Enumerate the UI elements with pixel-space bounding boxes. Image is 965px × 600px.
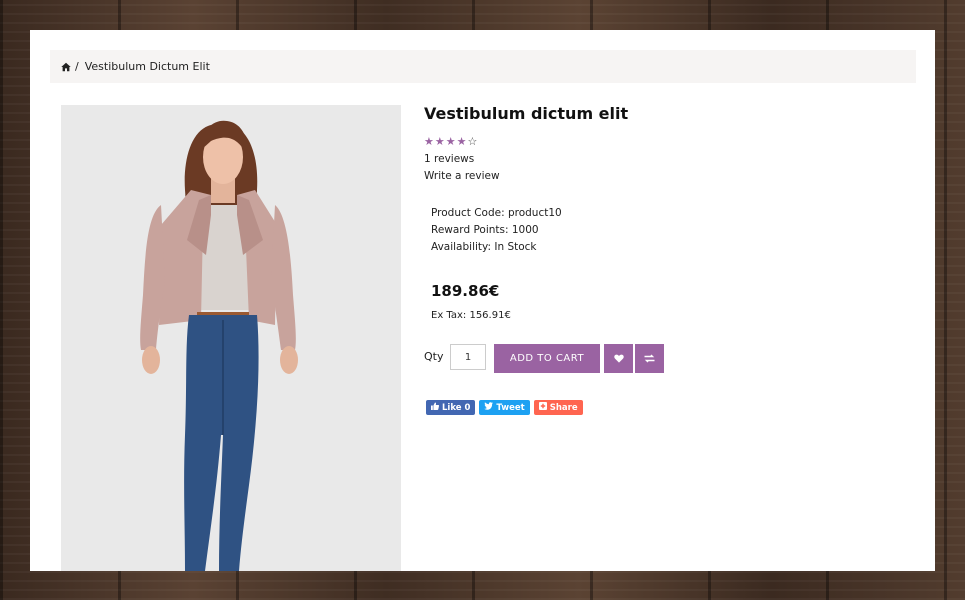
availability-value: In Stock xyxy=(494,241,537,253)
facebook-like-button[interactable]: Like 0 xyxy=(426,400,476,415)
product-title: Vestibulum dictum elit xyxy=(424,104,629,123)
home-icon[interactable] xyxy=(61,62,71,72)
reviews-link[interactable]: 1 reviews xyxy=(424,153,474,165)
qty-input[interactable] xyxy=(450,344,486,370)
plus-square-icon xyxy=(538,402,547,413)
exchange-icon xyxy=(644,351,655,366)
star-filled-icon: ★ xyxy=(424,135,434,148)
share-button[interactable]: Share xyxy=(533,400,583,415)
social-buttons: Like 0 Tweet Share xyxy=(426,400,583,415)
write-review-link[interactable]: Write a review xyxy=(424,170,500,182)
breadcrumb-separator: / xyxy=(75,60,79,73)
thumbs-up-icon xyxy=(431,402,440,413)
ex-tax-price: Ex Tax: 156.91€ xyxy=(431,310,511,321)
facebook-like-label: Like 0 xyxy=(442,402,471,413)
reward-points-label: Reward Points: xyxy=(431,224,509,236)
product-code-row: Product Code: product10 xyxy=(431,205,562,222)
product-code-value: product10 xyxy=(507,207,562,219)
rating-stars: ★ ★ ★ ★ ☆ xyxy=(424,135,477,148)
wishlist-button[interactable] xyxy=(604,344,633,373)
star-filled-icon: ★ xyxy=(456,135,467,148)
star-empty-icon: ☆ xyxy=(467,135,478,148)
availability-label: Availability: xyxy=(431,241,492,253)
availability-row: Availability: In Stock xyxy=(431,239,562,256)
product-page: / Vestibulum Dictum Elit Vestibulum dict… xyxy=(30,30,935,571)
share-label: Share xyxy=(549,402,578,413)
qty-label: Qty xyxy=(424,350,444,363)
product-details: Product Code: product10 Reward Points: 1… xyxy=(431,205,562,256)
reward-points-row: Reward Points: 1000 xyxy=(431,222,562,239)
product-code-label: Product Code: xyxy=(431,207,505,219)
breadcrumb: / Vestibulum Dictum Elit xyxy=(50,50,916,83)
twitter-icon xyxy=(484,402,494,413)
tweet-label: Tweet xyxy=(496,402,525,413)
product-image[interactable] xyxy=(61,105,401,571)
star-filled-icon: ★ xyxy=(445,135,456,148)
reward-points-value: 1000 xyxy=(511,224,539,236)
add-to-cart-button[interactable]: ADD TO CART xyxy=(494,344,600,373)
product-price: 189.86€ xyxy=(431,282,500,300)
compare-button[interactable] xyxy=(635,344,664,373)
tweet-button[interactable]: Tweet xyxy=(479,400,530,415)
heart-icon xyxy=(613,351,624,366)
breadcrumb-current[interactable]: Vestibulum Dictum Elit xyxy=(85,60,210,73)
star-filled-icon: ★ xyxy=(434,135,445,148)
